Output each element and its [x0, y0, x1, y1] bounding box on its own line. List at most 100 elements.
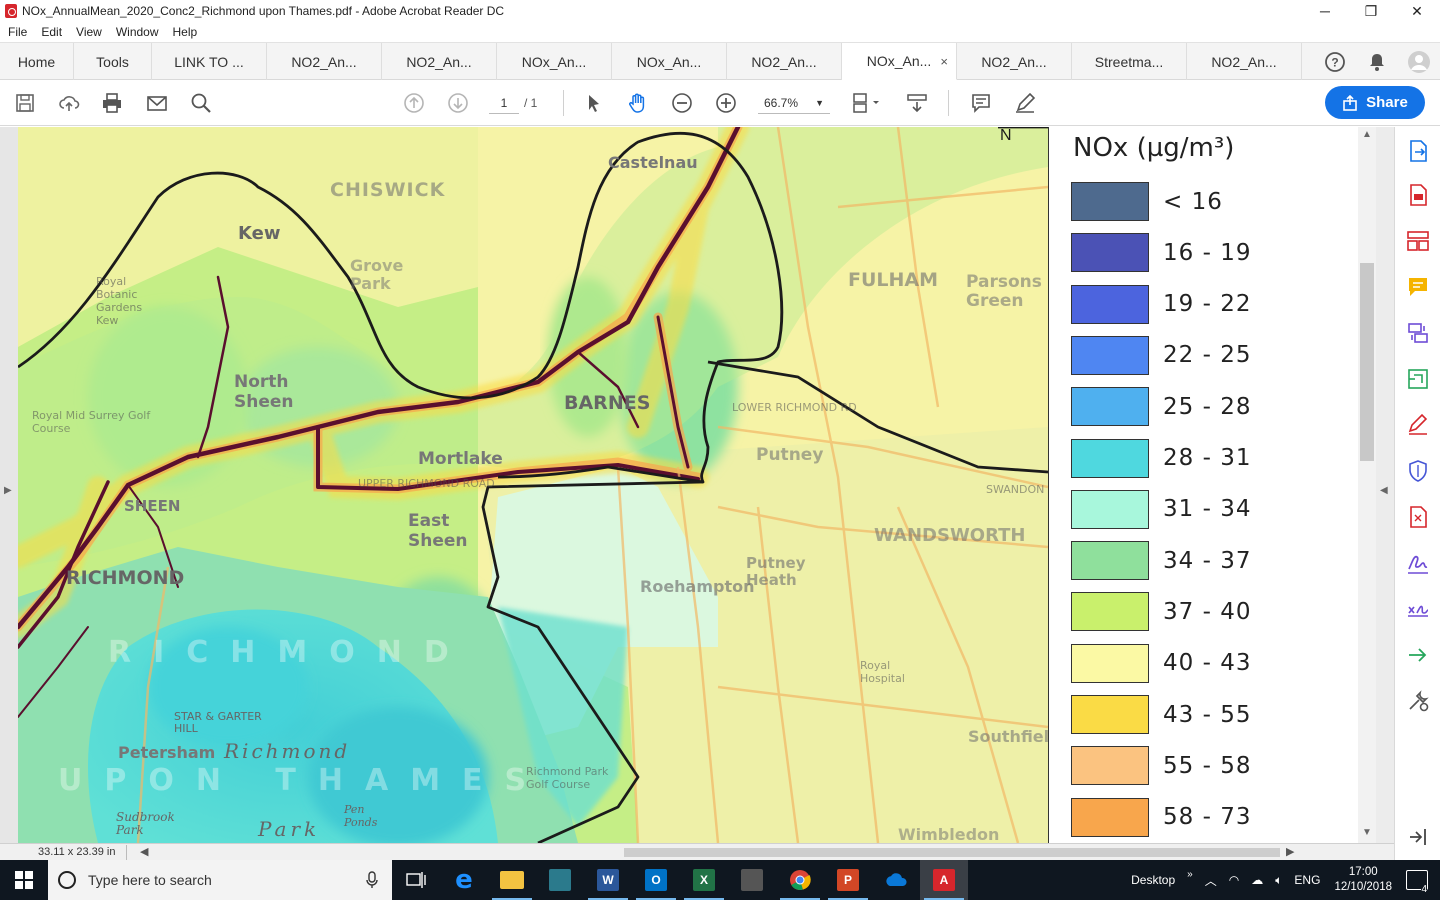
scroll-right-icon[interactable]: ▶: [1286, 845, 1294, 858]
notifications-bell-icon[interactable]: [1356, 52, 1398, 72]
legend-item: 40 - 43: [1071, 643, 1252, 683]
taskbar-search-box[interactable]: Type here to search: [48, 860, 392, 900]
create-pdf-icon[interactable]: [1406, 183, 1430, 207]
scrollbar-thumb[interactable]: [1360, 263, 1374, 461]
tab-document[interactable]: NO2_An...: [727, 43, 842, 80]
word-app-icon[interactable]: W: [584, 860, 632, 900]
menu-help[interactable]: Help: [173, 25, 198, 39]
scroll-down-icon[interactable]: ▼: [1362, 827, 1372, 838]
horizontal-scrollbar-thumb[interactable]: [624, 848, 1280, 857]
export-pdf-icon[interactable]: [1406, 139, 1430, 163]
legend-label: 19 - 22: [1163, 291, 1252, 318]
tab-document-active[interactable]: NOx_An... ×: [842, 43, 957, 80]
close-button[interactable]: ✕: [1394, 0, 1440, 22]
acrobat-taskbar-icon[interactable]: A: [920, 860, 968, 900]
powerpoint-app-icon[interactable]: P: [824, 860, 872, 900]
paint-app-icon[interactable]: [536, 860, 584, 900]
legend-label: 31 - 34: [1163, 496, 1252, 523]
tab-document[interactable]: NO2_An...: [382, 43, 497, 80]
tab-close-icon[interactable]: ×: [940, 54, 948, 69]
fill-sign-icon[interactable]: [1406, 413, 1430, 437]
collapse-panel-icon[interactable]: [1406, 825, 1430, 849]
email-icon[interactable]: [143, 90, 171, 116]
tab-tools[interactable]: Tools: [74, 43, 152, 80]
minimize-button[interactable]: ─: [1302, 0, 1348, 22]
wifi-icon[interactable]: ◠: [1229, 873, 1239, 887]
more-tools-icon[interactable]: [1406, 689, 1430, 713]
tab-home[interactable]: Home: [0, 43, 74, 80]
scroll-mode-icon[interactable]: [903, 90, 931, 116]
help-icon[interactable]: ?: [1314, 51, 1356, 73]
share-button[interactable]: Share: [1325, 86, 1425, 119]
calculator-app-icon[interactable]: [728, 860, 776, 900]
tab-document[interactable]: LINK TO ...: [152, 43, 267, 80]
page-up-icon[interactable]: [400, 90, 428, 116]
maximize-button[interactable]: ❐: [1348, 0, 1394, 22]
menu-edit[interactable]: Edit: [41, 25, 62, 39]
compress-icon[interactable]: [1406, 505, 1430, 529]
document-view[interactable]: ▶ N Kew CHISWICK Grove Park Castelnau No…: [0, 127, 1394, 843]
scroll-up-icon[interactable]: ▲: [1362, 129, 1372, 140]
zoom-in-icon[interactable]: [712, 90, 740, 116]
comment-tool-icon[interactable]: [1406, 275, 1430, 299]
menu-window[interactable]: Window: [116, 25, 159, 39]
combine-files-icon[interactable]: [1406, 321, 1430, 345]
edit-pdf-icon[interactable]: [1406, 367, 1430, 391]
right-panel-toggle[interactable]: ◀: [1376, 127, 1394, 843]
map-label: Roehampton: [640, 577, 755, 596]
chevron-up-icon[interactable]: ︿: [1205, 872, 1217, 889]
volume-icon[interactable]: 🔈︎: [1275, 873, 1282, 888]
notifications-icon[interactable]: 4: [1406, 870, 1428, 895]
sign-icon[interactable]: [1011, 90, 1039, 116]
desktop-toolbar-label[interactable]: Desktop: [1131, 873, 1175, 887]
search-icon[interactable]: [187, 90, 215, 116]
edge-browser-icon[interactable]: e: [440, 860, 488, 900]
zoom-level-select[interactable]: 66.7% ▼: [758, 92, 830, 114]
toolbar-divider: [948, 90, 949, 116]
tab-document[interactable]: NO2_An...: [267, 43, 382, 80]
left-panel-toggle[interactable]: ▶: [0, 127, 18, 843]
account-avatar-icon[interactable]: [1398, 50, 1440, 74]
page-number-input[interactable]: [489, 92, 519, 114]
file-explorer-icon[interactable]: [488, 860, 536, 900]
tab-document[interactable]: Streetma...: [1072, 43, 1187, 80]
windows-start-button[interactable]: [0, 860, 48, 900]
taskbar-clock[interactable]: 17:00 12/10/2018: [1334, 865, 1392, 895]
onedrive-icon[interactable]: [872, 860, 920, 900]
chevron-right-icon[interactable]: »: [1187, 869, 1193, 880]
chrome-browser-icon[interactable]: [776, 860, 824, 900]
tab-document[interactable]: NOx_An...: [497, 43, 612, 80]
vertical-scrollbar[interactable]: ▲ ▼: [1358, 127, 1376, 843]
map-label: WANDSWORTH: [874, 525, 1026, 546]
upload-icon[interactable]: [55, 90, 83, 116]
legend-swatch: [1071, 438, 1149, 478]
comment-icon[interactable]: [967, 90, 995, 116]
select-arrow-icon[interactable]: [580, 90, 608, 116]
cloud-icon[interactable]: ☁: [1251, 873, 1263, 887]
protect-icon[interactable]: [1406, 459, 1430, 483]
page-down-icon[interactable]: [444, 90, 472, 116]
menu-file[interactable]: File: [8, 25, 27, 39]
hand-icon[interactable]: [624, 90, 652, 116]
organize-pages-icon[interactable]: [1406, 229, 1430, 253]
outlook-app-icon[interactable]: O: [632, 860, 680, 900]
send-track-icon[interactable]: [1406, 643, 1430, 667]
legend-item: 43 - 55: [1071, 695, 1251, 734]
menu-view[interactable]: View: [76, 25, 102, 39]
map-label: Putney: [756, 445, 824, 465]
tab-document[interactable]: NO2_An...: [957, 43, 1072, 80]
fit-page-icon[interactable]: [848, 90, 884, 116]
excel-app-icon[interactable]: X: [680, 860, 728, 900]
task-view-icon[interactable]: [392, 860, 440, 900]
tab-document[interactable]: NO2_An...: [1187, 43, 1302, 80]
print-icon[interactable]: [98, 90, 126, 116]
scroll-left-icon[interactable]: ◀: [140, 845, 148, 858]
language-indicator[interactable]: ENG: [1294, 873, 1320, 887]
zoom-out-icon[interactable]: [668, 90, 696, 116]
save-icon[interactable]: [11, 90, 39, 116]
legend-label: 40 - 43: [1163, 650, 1252, 677]
tab-document[interactable]: NOx_An...: [612, 43, 727, 80]
certificates-icon[interactable]: [1406, 597, 1430, 621]
send-sign-icon[interactable]: [1406, 551, 1430, 575]
microphone-icon[interactable]: [366, 871, 378, 889]
